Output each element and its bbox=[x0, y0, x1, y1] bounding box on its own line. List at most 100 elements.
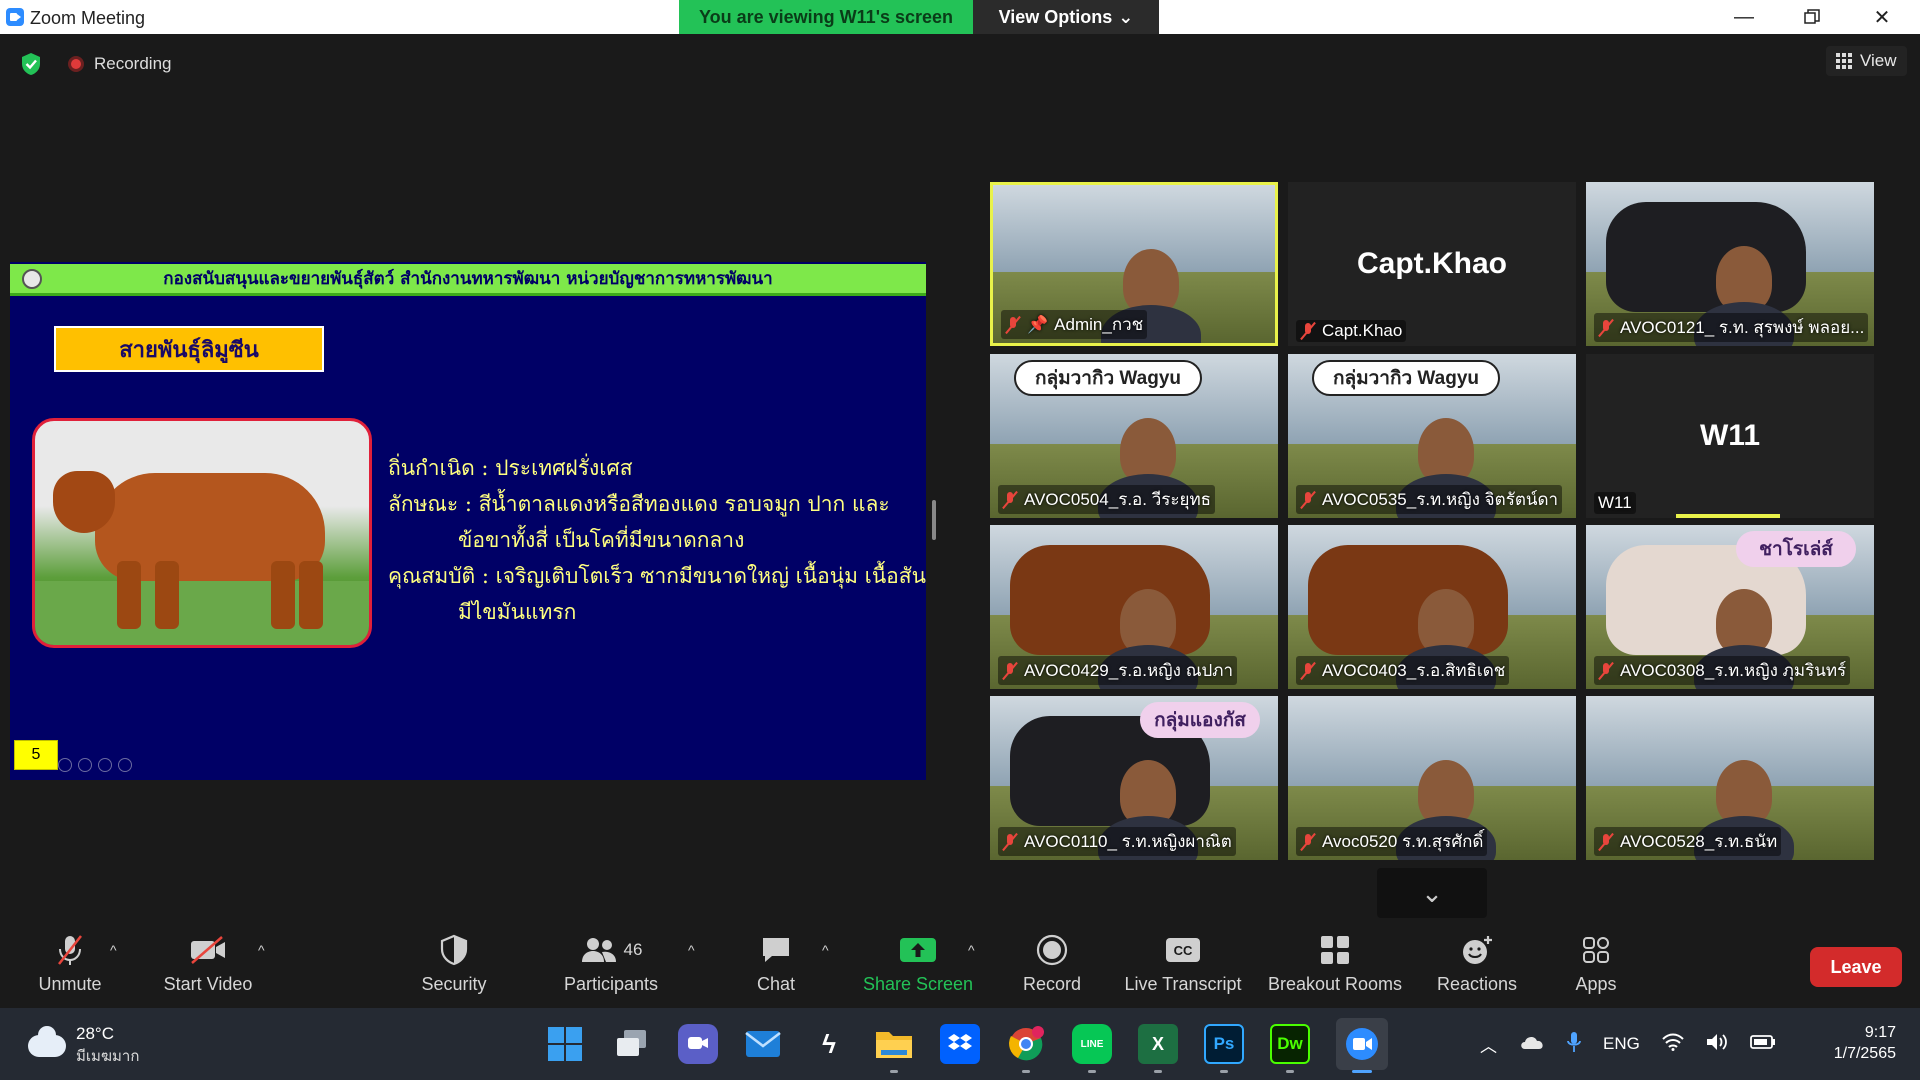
close-button[interactable]: ✕ bbox=[1848, 0, 1916, 34]
minimize-button[interactable]: — bbox=[1710, 0, 1778, 34]
panel-splitter[interactable] bbox=[932, 500, 936, 540]
viewing-banner: You are viewing W11's screen bbox=[679, 0, 973, 34]
cloud-icon bbox=[28, 1026, 66, 1057]
properties-line: คุณสมบัติ : เจริญเติบโตเร็ว ซากมีขนาดใหญ… bbox=[388, 564, 926, 588]
seal-icon bbox=[22, 269, 42, 289]
participant-tile[interactable]: กลุ่มวากิว Wagyu AVOC0535_ร.ท.หญิง จิตรัต… bbox=[1288, 354, 1576, 518]
slide-header-text: กองสนับสนุนและขยายพันธุ์สัตว์ สำนักงานทห… bbox=[163, 269, 773, 289]
language-indicator[interactable]: ENG bbox=[1603, 1034, 1640, 1054]
onedrive-icon[interactable] bbox=[1519, 1034, 1545, 1055]
audio-options-caret[interactable]: ^ bbox=[110, 942, 117, 958]
svg-text:CC: CC bbox=[1174, 943, 1193, 958]
apps-icon bbox=[1583, 937, 1609, 963]
pin-icon: 📌 bbox=[1027, 314, 1049, 334]
encryption-shield-icon[interactable] bbox=[20, 52, 42, 76]
clock[interactable]: 9:17 1/7/2565 bbox=[1800, 1022, 1896, 1064]
title-bar: Zoom Meeting You are viewing W11's scree… bbox=[0, 0, 1920, 34]
participant-tile[interactable]: AVOC0528_ร.ท.ธนัท bbox=[1586, 696, 1874, 860]
line-icon[interactable]: LINE bbox=[1072, 1024, 1112, 1064]
participants-button[interactable]: 46 Participants bbox=[556, 928, 666, 1008]
closed-caption-icon: CC bbox=[1166, 938, 1200, 962]
file-explorer-icon[interactable] bbox=[874, 1024, 914, 1064]
lightning-app-icon[interactable]: ϟ bbox=[809, 1024, 849, 1064]
restore-button[interactable] bbox=[1778, 0, 1846, 34]
participants-options-caret[interactable]: ^ bbox=[688, 942, 695, 958]
view-options-button[interactable]: View Options ⌄ bbox=[973, 0, 1159, 34]
weather-description: มีเมฆมาก bbox=[76, 1048, 140, 1065]
characteristics-line-2: ข้อขาทั้งสี่ เป็นโคที่มีขนาดกลาง bbox=[458, 528, 745, 552]
tile-caption: กลุ่มวากิว Wagyu bbox=[1014, 360, 1202, 396]
system-tray: ︿ ENG bbox=[1480, 1008, 1776, 1080]
participant-tile[interactable]: Capt.Khao Capt.Khao bbox=[1288, 182, 1576, 346]
reactions-icon bbox=[1463, 936, 1492, 964]
dropbox-icon[interactable] bbox=[940, 1024, 980, 1064]
view-options-label: View Options bbox=[998, 6, 1113, 27]
excel-icon[interactable]: X bbox=[1138, 1024, 1178, 1064]
view-button[interactable]: View bbox=[1826, 46, 1907, 76]
participant-name: AVOC0121_ ร.ท. สุรพงษ์ พลอย... bbox=[1594, 313, 1869, 342]
task-view-icon[interactable] bbox=[612, 1024, 652, 1064]
participant-tile[interactable]: กลุ่มแองกัส AVOC0110_ ร.ท.หญิงผาณิต bbox=[990, 696, 1278, 860]
reactions-button[interactable]: Reactions bbox=[1432, 928, 1522, 1008]
participant-tile[interactable]: AVOC0403_ร.อ.สิทธิเดช bbox=[1288, 525, 1576, 689]
pen-tool-icon[interactable] bbox=[58, 758, 72, 772]
participant-name: Capt.Khao bbox=[1296, 320, 1407, 342]
unmute-button[interactable]: Unmute bbox=[30, 928, 110, 1008]
participant-tile[interactable]: AVOC0121_ ร.ท. สุรพงษ์ พลอย... bbox=[1586, 182, 1874, 346]
teams-chat-icon[interactable] bbox=[678, 1024, 718, 1064]
security-label: Security bbox=[421, 974, 487, 994]
mic-muted-icon bbox=[1300, 491, 1316, 509]
chat-options-caret[interactable]: ^ bbox=[822, 942, 829, 958]
start-icon[interactable] bbox=[545, 1024, 585, 1064]
photoshop-icon[interactable]: Ps bbox=[1204, 1024, 1244, 1064]
participant-name-text: Avoc0520 ร.ท.สุรศักดิ์ bbox=[1322, 832, 1484, 851]
participant-tile[interactable]: ชาโรเล่ส์ AVOC0308_ร.ท.หญิง ภุมรินทร์ bbox=[1586, 525, 1874, 689]
slides-tool-icon[interactable] bbox=[78, 758, 92, 772]
security-button[interactable]: Security bbox=[414, 928, 494, 1008]
mic-muted-icon bbox=[1002, 833, 1018, 851]
participant-name-text: AVOC0504_ร.อ. วีระยุทธ bbox=[1024, 490, 1212, 509]
participant-tile[interactable]: กลุ่มวากิว Wagyu AVOC0504_ร.อ. วีระยุทธ bbox=[990, 354, 1278, 518]
participant-name: AVOC0403_ร.อ.สิทธิเดช bbox=[1296, 656, 1510, 685]
clock-date: 1/7/2565 bbox=[1833, 1045, 1896, 1062]
dreamweaver-icon[interactable]: Dw bbox=[1270, 1024, 1310, 1064]
show-hidden-icons-icon[interactable]: ︿ bbox=[1480, 1032, 1497, 1057]
participants-count: 46 bbox=[623, 940, 643, 959]
participant-tile[interactable]: AVOC0429_ร.อ.หญิง ณปภา bbox=[990, 525, 1278, 689]
breakout-rooms-button[interactable]: Breakout Rooms bbox=[1260, 928, 1410, 1008]
mic-muted-icon bbox=[1005, 316, 1021, 334]
apps-button[interactable]: Apps bbox=[1556, 928, 1636, 1008]
chat-icon bbox=[763, 938, 789, 962]
more-tool-icon[interactable] bbox=[118, 758, 132, 772]
zoom-taskbar-icon[interactable] bbox=[1336, 1018, 1388, 1070]
volume-icon[interactable] bbox=[1706, 1033, 1728, 1056]
slideshow-tools[interactable] bbox=[58, 758, 132, 772]
battery-icon[interactable] bbox=[1749, 1034, 1776, 1055]
share-screen-button[interactable]: Share Screen bbox=[858, 928, 978, 1008]
mic-muted-icon bbox=[1300, 662, 1316, 680]
mail-icon[interactable] bbox=[743, 1024, 783, 1064]
video-options-caret[interactable]: ^ bbox=[258, 942, 265, 958]
share-options-caret[interactable]: ^ bbox=[968, 942, 975, 958]
mic-muted-icon bbox=[1598, 319, 1614, 337]
gallery-next-page-button[interactable]: ⌄ bbox=[1377, 868, 1487, 918]
live-transcript-button[interactable]: CC Live Transcript bbox=[1118, 928, 1248, 1008]
participant-tile[interactable]: W11 W11 bbox=[1586, 354, 1874, 518]
chrome-icon[interactable] bbox=[1006, 1024, 1046, 1064]
participant-name: AVOC0110_ ร.ท.หญิงผาณิต bbox=[998, 827, 1236, 856]
chat-button[interactable]: Chat bbox=[736, 928, 816, 1008]
participant-tile[interactable]: Avoc0520 ร.ท.สุรศักดิ์ bbox=[1288, 696, 1576, 860]
participant-tile[interactable]: 📌 Admin_กวช bbox=[990, 182, 1278, 346]
start-video-button[interactable]: Start Video bbox=[158, 928, 258, 1008]
grid-icon bbox=[1836, 53, 1852, 69]
leave-button[interactable]: Leave bbox=[1810, 947, 1902, 987]
origin-line: ถิ่นกำเนิด : ประเทศฝรั่งเศส bbox=[388, 456, 633, 480]
properties-line-2: มีไขมันแทรก bbox=[458, 600, 577, 624]
zoom-tool-icon[interactable] bbox=[98, 758, 112, 772]
recording-indicator[interactable]: Recording bbox=[68, 54, 172, 74]
microphone-icon[interactable] bbox=[1567, 1031, 1581, 1058]
wifi-icon[interactable] bbox=[1662, 1033, 1684, 1056]
record-button[interactable]: Record bbox=[1012, 928, 1092, 1008]
weather-widget[interactable]: 28°C มีเมฆมาก bbox=[28, 1024, 139, 1068]
participant-name-text: Admin_กวช bbox=[1054, 315, 1144, 334]
